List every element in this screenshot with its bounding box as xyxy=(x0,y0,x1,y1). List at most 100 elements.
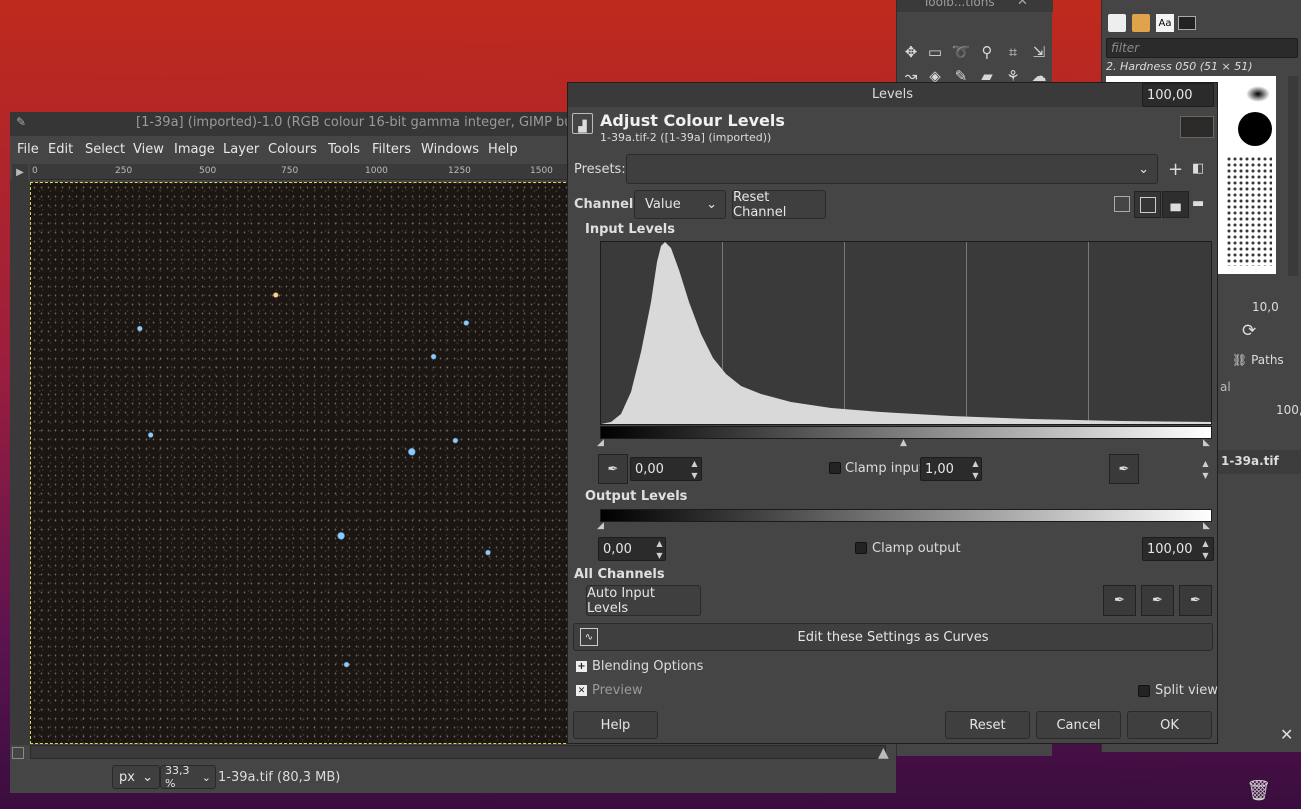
layer-row[interactable]: 1-39a.tif xyxy=(1214,450,1301,474)
document-tab-icon[interactable] xyxy=(1178,16,1196,30)
menu-filters[interactable]: Filters xyxy=(372,142,411,157)
add-preset-icon[interactable]: + xyxy=(1168,159,1183,180)
spin-down-icon[interactable]: ▼ xyxy=(1202,471,1208,480)
menu-layer[interactable]: Layer xyxy=(223,142,259,157)
clamp-output-checkbox[interactable] xyxy=(855,542,867,554)
brush-tab-icon[interactable] xyxy=(1108,14,1126,32)
menu-help[interactable]: Help xyxy=(488,142,518,157)
log-histogram-button[interactable] xyxy=(1134,191,1161,218)
spin-down-icon[interactable]: ▼ xyxy=(1202,551,1208,560)
histogram-mode-alt-icon[interactable]: ▬ xyxy=(1192,196,1204,211)
spin-down-icon[interactable]: ▼ xyxy=(656,551,662,560)
menu-select[interactable]: Select xyxy=(85,142,125,157)
layer-opacity-value[interactable]: 100,0 xyxy=(1276,403,1301,417)
horizontal-scrollbar[interactable] xyxy=(30,745,886,759)
gamma-spin[interactable]: ▲ ▼ xyxy=(969,457,982,481)
edit-as-curves-button[interactable]: ∿ Edit these Settings as Curves xyxy=(573,623,1213,651)
black-point-picker-icon[interactable]: ✒ xyxy=(598,454,628,484)
layer-mode-select[interactable]: al xyxy=(1220,380,1231,394)
chevron-down-icon: ⌄ xyxy=(142,769,153,785)
lasso-tool-icon[interactable]: ➰ xyxy=(951,42,971,62)
gamma-slider-handle[interactable]: ▲ xyxy=(900,438,907,448)
log-histogram-icon xyxy=(1139,196,1156,213)
spin-up-icon[interactable]: ▲ xyxy=(656,539,662,548)
ruler-tick: 500 xyxy=(199,166,217,176)
layer-name[interactable]: 1-39a.tif xyxy=(1221,454,1279,468)
ok-button[interactable]: OK xyxy=(1127,711,1212,739)
input-high-field[interactable]: 100,00 xyxy=(1142,83,1214,107)
channel-select[interactable]: Value ⌄ xyxy=(634,190,726,219)
move-tool-icon[interactable]: ✥ xyxy=(901,42,921,62)
paths-tab[interactable]: ⛓ Paths xyxy=(1232,353,1284,367)
fuzzy-select-tool-icon[interactable]: ⚲ xyxy=(977,42,997,62)
menu-arrow-icon[interactable]: ▶ xyxy=(12,164,28,180)
input-low-slider-handle[interactable]: ◢ xyxy=(597,438,604,448)
levels-subheading: 1-39a.tif-2 ([1-39a] (imported)) xyxy=(600,131,772,144)
split-view-label: Split view xyxy=(1155,683,1218,698)
preview-label: Preview xyxy=(592,683,643,698)
brush-preview-soft[interactable] xyxy=(1246,86,1270,102)
brush-preview-hardness[interactable] xyxy=(1238,112,1272,146)
spin-up-icon[interactable]: ▲ xyxy=(1202,539,1208,548)
menu-file[interactable]: File xyxy=(17,142,39,157)
preset-menu-icon[interactable]: ◧ xyxy=(1192,161,1204,176)
spin-up-icon[interactable]: ▲ xyxy=(972,459,978,468)
brush-size-value[interactable]: 10,0 xyxy=(1252,300,1279,314)
input-low-spin[interactable]: ▲ ▼ xyxy=(688,457,701,481)
image-canvas[interactable] xyxy=(30,182,576,744)
image-window-title: [1-39a] (imported)-1.0 (RGB colour 16-bi… xyxy=(136,115,602,130)
spin-down-icon[interactable]: ▼ xyxy=(972,471,978,480)
refresh-brushes-icon[interactable]: ⟳ xyxy=(1242,321,1256,341)
output-low-spin[interactable]: ▲ ▼ xyxy=(653,537,666,561)
font-tab-icon[interactable]: Aa xyxy=(1156,14,1174,32)
clamp-output-label: Clamp output xyxy=(872,541,961,556)
chevron-down-icon: ⌄ xyxy=(201,770,211,784)
menu-windows[interactable]: Windows xyxy=(421,142,479,157)
zoom-select[interactable]: 33,3 % ⌄ xyxy=(160,764,216,790)
ruler-tick: 0 xyxy=(32,166,38,176)
pick-black-point-icon[interactable]: ✒ xyxy=(1103,585,1136,616)
expand-plus-icon[interactable]: + xyxy=(576,661,587,672)
spin-up-icon[interactable]: ▲ xyxy=(691,459,697,468)
brush-filter-input[interactable]: filter xyxy=(1106,38,1298,58)
trash-icon[interactable]: 🗑 xyxy=(1246,778,1271,802)
output-high-slider-handle[interactable]: ◣ xyxy=(1203,521,1210,531)
auto-input-levels-button[interactable]: Auto Input Levels xyxy=(586,585,701,616)
split-view-checkbox[interactable] xyxy=(1138,685,1150,697)
cancel-button[interactable]: Cancel xyxy=(1036,711,1121,739)
preview-checkbox[interactable]: ✕ xyxy=(576,685,587,696)
all-channels-heading: All Channels xyxy=(574,567,665,582)
help-button[interactable]: Help xyxy=(573,711,658,739)
linear-histogram-icon[interactable] xyxy=(1114,196,1130,212)
brush-scrollbar[interactable] xyxy=(1288,76,1298,276)
output-high-spin[interactable]: ▲ ▼ xyxy=(1199,537,1212,561)
menu-view[interactable]: View xyxy=(133,142,164,157)
input-high-spin[interactable]: ▲ ▼ xyxy=(1199,457,1212,481)
output-low-slider-handle[interactable]: ◢ xyxy=(597,521,604,531)
pick-gray-point-icon[interactable]: ✒ xyxy=(1141,585,1174,616)
crop-tool-icon[interactable]: ⌗ xyxy=(1003,42,1023,62)
spin-up-icon[interactable]: ▲ xyxy=(1202,459,1208,468)
white-point-picker-icon[interactable]: ✒ xyxy=(1109,454,1139,484)
reset-channel-button[interactable]: Reset Channel xyxy=(732,190,826,220)
presets-combo[interactable]: ⌄ xyxy=(626,154,1158,184)
toolbox-close-icon[interactable]: ✕ xyxy=(1017,0,1028,9)
menu-tools[interactable]: Tools xyxy=(328,142,360,157)
histogram-mode-icon[interactable]: ▄ xyxy=(1162,191,1189,218)
menu-edit[interactable]: Edit xyxy=(48,142,73,157)
rect-select-tool-icon[interactable]: ▭ xyxy=(925,42,945,62)
input-high-slider-handle[interactable]: ◣ xyxy=(1203,438,1210,448)
pattern-tab-icon[interactable] xyxy=(1132,14,1150,32)
menu-colours[interactable]: Colours xyxy=(268,142,317,157)
quick-mask-icon[interactable] xyxy=(12,747,24,759)
spin-down-icon[interactable]: ▼ xyxy=(691,471,697,480)
delete-layer-icon[interactable]: ✕ xyxy=(1280,725,1293,744)
unit-select[interactable]: px ⌄ xyxy=(112,765,160,789)
reset-button[interactable]: Reset xyxy=(945,711,1030,739)
transform-tool-icon[interactable]: ⇲ xyxy=(1029,42,1049,62)
pick-white-point-icon[interactable]: ✒ xyxy=(1179,585,1212,616)
clamp-input-checkbox[interactable] xyxy=(829,462,841,474)
brush-preview-textured[interactable] xyxy=(1226,156,1272,266)
blending-options-expander[interactable]: Blending Options xyxy=(592,659,703,674)
menu-image[interactable]: Image xyxy=(174,142,215,157)
